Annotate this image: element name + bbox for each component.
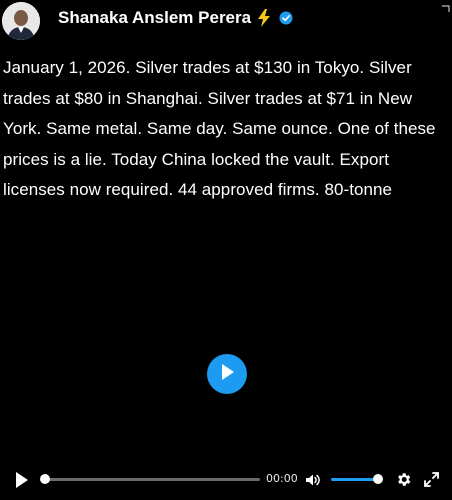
lightning-bolt-icon (257, 9, 271, 27)
volume-thumb[interactable] (373, 474, 383, 484)
verified-badge-icon (279, 11, 293, 25)
author-line: Shanaka Anslem Perera (58, 8, 293, 28)
seek-bar[interactable] (42, 478, 260, 481)
play-icon (219, 363, 235, 386)
video-controls: 00:00 (0, 466, 452, 494)
speaker-icon[interactable] (304, 471, 322, 489)
post-text: January 1, 2026. Silver trades at $130 i… (3, 58, 436, 199)
seek-thumb[interactable] (40, 474, 50, 484)
post-header: Shanaka Anslem Perera (0, 0, 452, 42)
gear-icon[interactable] (395, 471, 412, 488)
avatar[interactable] (2, 2, 40, 40)
expand-icon[interactable] (424, 472, 439, 487)
volume-slider[interactable] (331, 478, 378, 481)
more-options-icon[interactable] (440, 0, 450, 12)
time-display: 00:00 (266, 472, 298, 485)
author-name[interactable]: Shanaka Anslem Perera (58, 8, 251, 28)
control-play-button[interactable] (14, 471, 30, 489)
play-button[interactable] (207, 354, 247, 394)
